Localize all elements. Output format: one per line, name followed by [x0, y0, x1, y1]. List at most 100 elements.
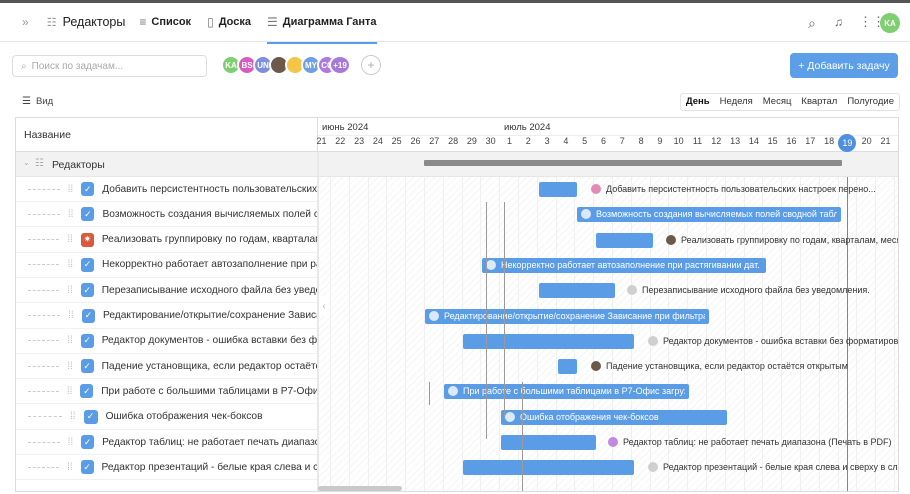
day-cell: 1	[506, 136, 512, 146]
task-name: Перезаписывание исходного файла без увед…	[101, 284, 318, 296]
assignee-avatar	[591, 361, 601, 372]
search-input[interactable]: ⌕ Поиск по задачам...	[12, 55, 207, 77]
task-bar-label: Некорректно работает автозаполнение при …	[486, 259, 760, 270]
tree-connector	[28, 390, 59, 392]
tab-board[interactable]: ▯ Доска	[207, 15, 251, 29]
day-cell: 10	[673, 136, 684, 146]
assignee-avatar	[591, 184, 601, 194]
task-row[interactable]: ⁞⁞ ✓ Некорректно работает автозаполнение п…	[16, 252, 318, 278]
collapse-pane-icon[interactable]: ‹	[319, 296, 329, 316]
day-cell: 20	[861, 136, 872, 146]
scale-switcher: День Неделя Месяц Квартал Полугодие	[679, 93, 900, 111]
drag-handle-icon[interactable]: ⁞⁞	[67, 462, 73, 473]
task-bar[interactable]	[539, 182, 577, 197]
task-type-icon: ✓	[80, 359, 94, 374]
task-type-icon: ✓	[80, 333, 94, 348]
scale-month[interactable]: Месяц	[758, 94, 797, 110]
add-task-button[interactable]: + Добавить задачу	[790, 53, 898, 78]
task-bar-label: Перезаписывание исходного файла без увед…	[627, 285, 870, 296]
task-row[interactable]: ⁞⁞ ✓ Редактор презентаций - белые края сле…	[16, 455, 318, 481]
task-type-icon: ✓	[83, 409, 98, 424]
drag-handle-icon[interactable]: ⁞⁞	[67, 234, 73, 245]
task-bar[interactable]	[463, 333, 634, 349]
drag-handle-icon[interactable]: ⁞⁞	[68, 184, 74, 195]
drag-handle-icon[interactable]: ⁞⁞	[68, 209, 74, 220]
tree-connector	[28, 416, 62, 418]
drag-handle-icon[interactable]: ⁞⁞	[68, 437, 74, 448]
task-type-icon: ✓	[81, 257, 95, 272]
gantt-icon: ☰	[266, 15, 278, 29]
task-bar-text: Реализовать группировку по годам, кварта…	[681, 234, 898, 245]
task-bar-label: Добавить персистентность пользовательски…	[591, 184, 876, 194]
task-bar-text: Перезаписывание исходного файла без увед…	[642, 285, 870, 296]
task-row[interactable]: ⁞⁞ ✓ Перезаписывание исходного файла без у…	[16, 278, 318, 304]
task-row[interactable]: ⁞⁞ ✓ Падение установщика, если редактор ос…	[16, 354, 318, 380]
task-bar[interactable]	[539, 283, 615, 299]
scale-day[interactable]: День	[681, 94, 715, 110]
task-row[interactable]: ⁞⁞ ✓ Редактор документов - ошибка вставки …	[16, 328, 318, 354]
tree-connector	[28, 264, 60, 266]
task-bar[interactable]	[596, 232, 653, 248]
drag-handle-icon[interactable]: ⁞⁞	[67, 259, 73, 270]
drag-handle-icon[interactable]: ⁞⁞	[67, 285, 73, 296]
day-cell: 14	[748, 136, 759, 146]
task-row[interactable]: ⁞⁞ ✓ При работе с большими таблицами в Р7-…	[16, 379, 318, 405]
task-row[interactable]: ⁞⁞ ✓ Редактирование/открытие/сохранение За…	[16, 303, 318, 329]
task-bar-label: Ошибка отображения чек-боксов	[505, 411, 659, 422]
drag-handle-icon[interactable]: ⁞⁞	[67, 335, 73, 346]
day-cell: 3	[544, 136, 550, 146]
pane-splitter[interactable]	[317, 152, 319, 491]
task-row[interactable]: ⁞⁞ ✓ Добавить персистентность пользователь…	[16, 177, 318, 202]
add-member-button[interactable]: +	[361, 55, 381, 75]
day-cell: 5	[582, 136, 588, 146]
day-cell: 4	[563, 136, 569, 146]
day-cell: 12	[711, 136, 722, 146]
group-summary-bar	[424, 160, 842, 166]
tree-connector	[28, 239, 60, 241]
expand-icon[interactable]: »	[22, 15, 29, 29]
task-row[interactable]: ⁞⁞ ✷ Реализовать группировку по годам, ква…	[16, 227, 318, 253]
view-toggle[interactable]: ☰ Вид	[22, 96, 53, 107]
task-bar-text: Редактор презентаций - белые края слева …	[663, 462, 898, 473]
tab-gantt[interactable]: ☰ Диаграмма Ганта	[266, 3, 377, 44]
task-bar-label: Реализовать группировку по годам, кварта…	[666, 234, 898, 245]
more-avatars-badge[interactable]: +19	[329, 55, 351, 75]
assignee-avatar	[627, 285, 637, 296]
scale-halfyear[interactable]: Полугодие	[842, 94, 899, 110]
drag-handle-icon[interactable]: ⁞⁞	[70, 411, 76, 422]
task-bar[interactable]	[463, 460, 634, 476]
horizontal-scrollbar[interactable]	[318, 486, 402, 491]
group-icon: ☷	[35, 158, 44, 169]
task-name: Добавить персистентность пользовательски…	[102, 183, 318, 195]
task-bar-label: Редактирование/открытие/сохранение Завис…	[429, 310, 705, 321]
tree-connector	[28, 466, 60, 468]
task-row[interactable]: ⁞⁞ ✓ Редактор таблиц: не работает печать д…	[16, 430, 318, 455]
day-cell: 11	[692, 136, 703, 146]
task-bar[interactable]	[501, 435, 596, 450]
tree-connector	[28, 315, 61, 316]
task-type-icon: ✓	[81, 182, 95, 196]
task-row[interactable]: ⁞⁞ ✓ Ошибка отображения чек-боксов	[16, 404, 318, 430]
scale-week[interactable]: Неделя	[715, 94, 758, 110]
scale-quarter[interactable]: Квартал	[796, 94, 842, 110]
assignee-avatar	[648, 335, 658, 346]
drag-handle-icon[interactable]: ⁞⁞	[67, 386, 73, 397]
task-bar[interactable]	[558, 359, 577, 375]
drag-handle-icon[interactable]: ⁞⁞	[67, 361, 73, 372]
top-bar: » ☷ Редакторы ≡ Список ▯ Доска ☰ Диаграмма …	[0, 0, 910, 44]
day-cell: 17	[805, 136, 816, 146]
search-icon[interactable]: ⌕	[808, 15, 816, 32]
task-row[interactable]: ⁞⁞ ✓ Возможность создания вычисляемых поле…	[16, 202, 318, 228]
tab-list[interactable]: ≡ Список	[139, 15, 191, 29]
task-type-icon: ✓	[81, 435, 95, 449]
task-name: Редактор презентаций - белые края слева …	[101, 461, 318, 473]
task-bar-label: Редактор таблиц: не работает печать диап…	[608, 437, 891, 447]
bell-icon[interactable]: ♫	[834, 15, 843, 29]
chevron-down-icon[interactable]: ⌄	[23, 158, 30, 167]
list-icon: ≡	[139, 15, 147, 29]
today-marker: 19	[838, 134, 857, 152]
user-avatar[interactable]: KA	[880, 13, 900, 33]
drag-handle-icon[interactable]: ⁞⁞	[68, 310, 74, 321]
task-name: Возможность создания вычисляемых полей с…	[102, 208, 318, 220]
group-row[interactable]: ⌄ ☷ Редакторы	[16, 152, 898, 177]
